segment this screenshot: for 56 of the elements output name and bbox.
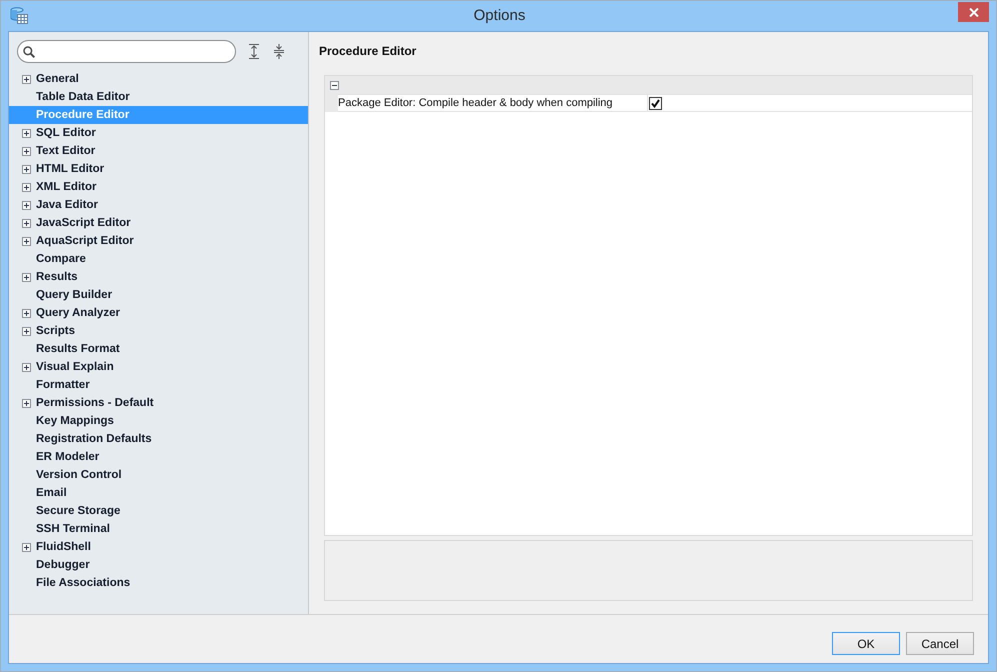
plus-box-icon[interactable] bbox=[22, 218, 31, 228]
tree-item[interactable]: ER Modeler bbox=[9, 448, 308, 466]
plus-box-icon[interactable] bbox=[22, 362, 31, 372]
plus-box-icon[interactable] bbox=[22, 326, 31, 336]
checkbox[interactable] bbox=[649, 96, 662, 110]
property-label: Package Editor: Compile header & body when compiling bbox=[338, 94, 647, 112]
plus-box-icon[interactable] bbox=[22, 164, 31, 174]
tree-item[interactable]: General bbox=[9, 70, 308, 88]
tree-item[interactable]: Text Editor bbox=[9, 142, 308, 160]
plus-box-icon[interactable] bbox=[22, 398, 31, 408]
dialog-button[interactable]: OK bbox=[832, 632, 900, 655]
tree-item[interactable]: Results bbox=[9, 268, 308, 286]
tree-item[interactable]: Table Data Editor bbox=[9, 88, 308, 106]
minus-box-icon[interactable] bbox=[330, 80, 339, 90]
tree-item[interactable]: Key Mappings bbox=[9, 412, 308, 430]
tree-item[interactable]: Java Editor bbox=[9, 196, 308, 214]
plus-box-icon[interactable] bbox=[22, 200, 31, 210]
tree-item[interactable]: AquaScript Editor bbox=[9, 232, 308, 250]
tree-item[interactable]: Scripts bbox=[9, 322, 308, 340]
tree-item[interactable]: Formatter bbox=[9, 376, 308, 394]
tree-item[interactable]: XML Editor bbox=[9, 178, 308, 196]
database-icon bbox=[10, 7, 28, 24]
tree-item[interactable]: Secure Storage bbox=[9, 502, 308, 520]
dialog-button[interactable]: Cancel bbox=[906, 632, 974, 655]
tree-item[interactable]: Visual Explain bbox=[9, 358, 308, 376]
tree-item[interactable]: Version Control bbox=[9, 466, 308, 484]
tree-item[interactable]: Query Analyzer bbox=[9, 304, 308, 322]
search-field[interactable] bbox=[17, 40, 236, 63]
tree-item[interactable]: Compare bbox=[9, 250, 308, 268]
plus-box-icon[interactable] bbox=[22, 236, 31, 246]
tree-item[interactable]: Debugger bbox=[9, 556, 308, 574]
plus-box-icon[interactable] bbox=[22, 128, 31, 138]
plus-box-icon[interactable] bbox=[22, 272, 31, 282]
tree-item[interactable]: Email bbox=[9, 484, 308, 502]
tree-item[interactable]: Query Builder bbox=[9, 286, 308, 304]
plus-box-icon[interactable] bbox=[22, 182, 31, 192]
collapse-all-icon[interactable] bbox=[273, 44, 285, 59]
tree-item[interactable]: HTML Editor bbox=[9, 160, 308, 178]
tree-item[interactable]: JavaScript Editor bbox=[9, 214, 308, 232]
plus-box-icon[interactable] bbox=[22, 308, 31, 318]
window-title: Options bbox=[474, 6, 526, 26]
search-icon bbox=[23, 46, 35, 58]
tree-item[interactable]: Permissions - Default bbox=[9, 394, 308, 412]
tree-item[interactable]: Results Format bbox=[9, 340, 308, 358]
section-title: Procedure Editor bbox=[319, 44, 418, 58]
tree-item[interactable]: SQL Editor bbox=[9, 124, 308, 142]
close-button[interactable] bbox=[958, 2, 989, 22]
tree-item[interactable]: Registration Defaults bbox=[9, 430, 308, 448]
plus-box-icon[interactable] bbox=[22, 146, 31, 156]
tree-item[interactable]: File Associations bbox=[9, 574, 308, 592]
tree-item[interactable]: SSH Terminal bbox=[9, 520, 308, 538]
expand-all-icon[interactable] bbox=[248, 44, 260, 59]
plus-box-icon[interactable] bbox=[22, 74, 31, 84]
close-icon bbox=[968, 8, 978, 16]
plus-box-icon[interactable] bbox=[22, 542, 31, 552]
tree-item[interactable]: FluidShell bbox=[9, 538, 308, 556]
